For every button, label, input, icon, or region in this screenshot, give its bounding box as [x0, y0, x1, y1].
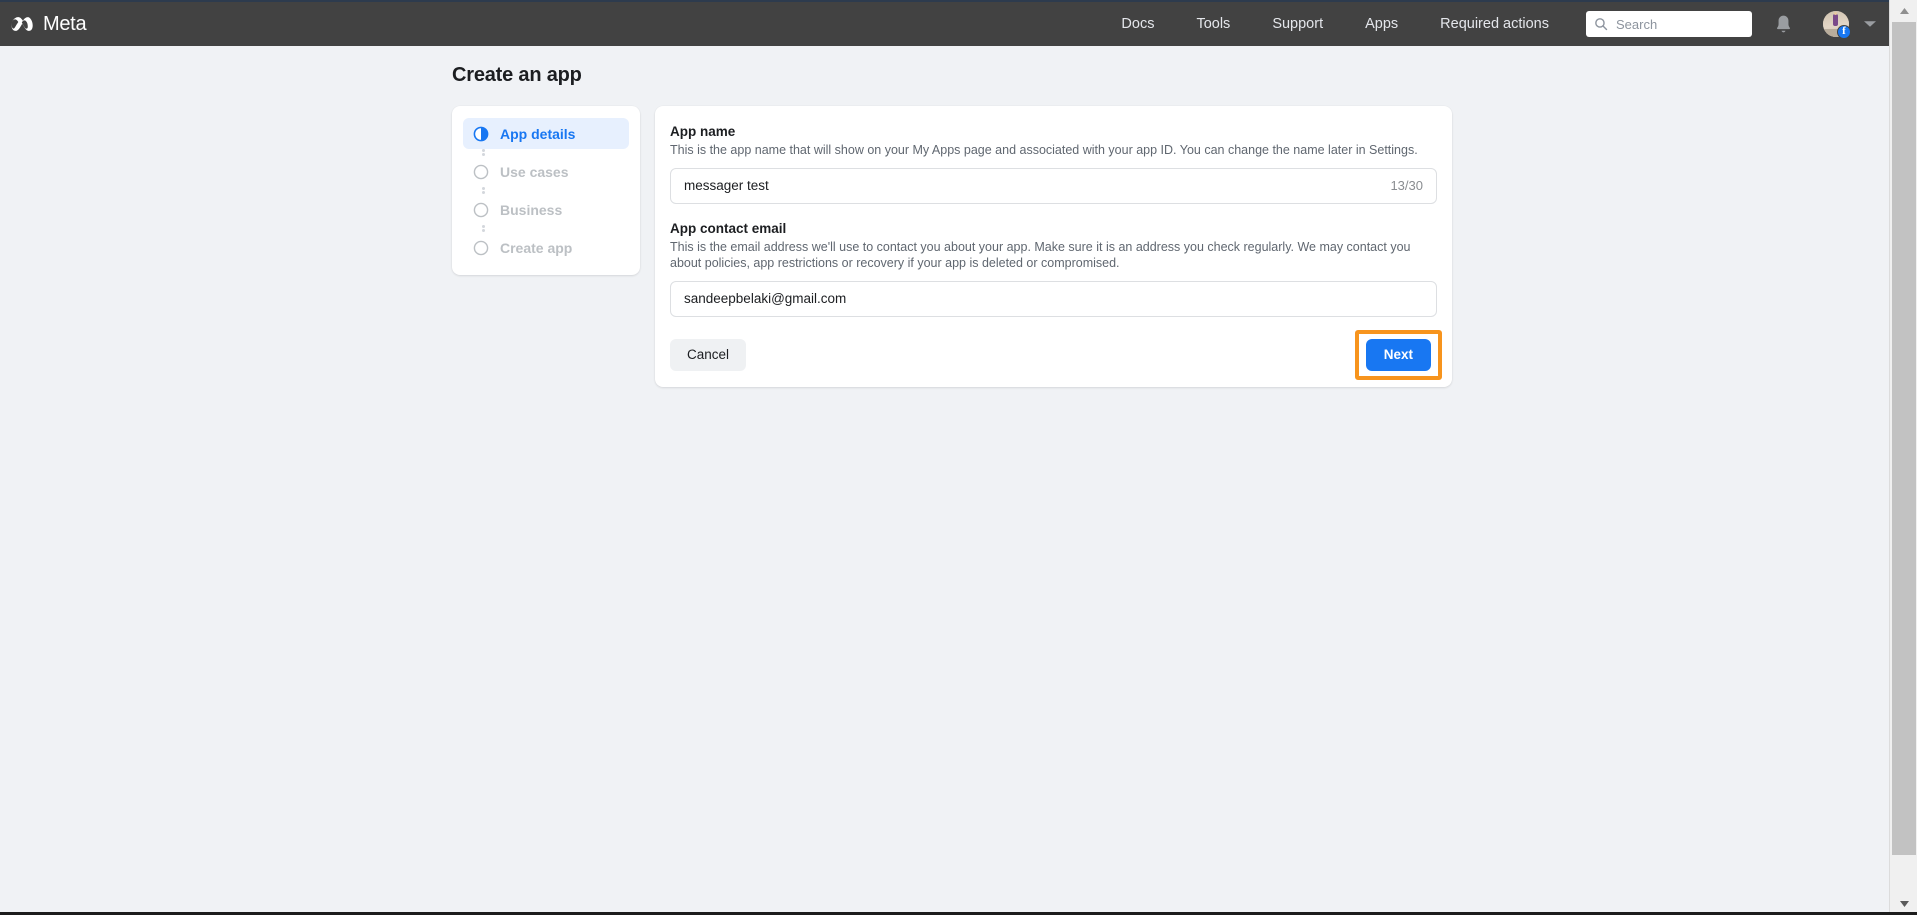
- bell-icon: [1777, 15, 1790, 33]
- empty-circle-icon: [473, 240, 489, 255]
- half-filled-circle-icon: [473, 126, 489, 141]
- scrollbar-thumb[interactable]: [1892, 22, 1916, 855]
- nav-link-required-actions[interactable]: Required actions: [1419, 10, 1570, 38]
- app-name-input-shell[interactable]: 13/30: [670, 167, 1437, 204]
- step-connector-dots: [482, 225, 485, 232]
- app-contact-email-field-block: App contact email This is the email addr…: [670, 221, 1437, 317]
- avatar-photo-figure: [1833, 14, 1838, 26]
- step-label-create-app: Create app: [500, 239, 573, 256]
- account-avatar[interactable]: f: [1823, 11, 1851, 39]
- app-name-field-block: App name This is the app name that will …: [670, 124, 1437, 204]
- triangle-down-icon: [1899, 901, 1909, 907]
- avatar-photo-head: [1834, 12, 1837, 15]
- step-navigation-panel: App details Use cases Business Create ap…: [452, 106, 640, 275]
- form-actions: Cancel Next: [670, 323, 1442, 387]
- step-label-app-details: App details: [500, 125, 576, 142]
- chevron-down-icon: [1864, 21, 1876, 27]
- search-icon: [1595, 18, 1608, 31]
- facebook-badge-letter: f: [1842, 25, 1846, 37]
- app-details-form: App name This is the app name that will …: [655, 106, 1452, 387]
- page-scrollbar[interactable]: [1889, 0, 1917, 915]
- step-use-cases[interactable]: Use cases: [463, 156, 629, 194]
- next-button-highlight: Next: [1354, 329, 1442, 380]
- step-connector-dots: [482, 149, 485, 156]
- next-button[interactable]: Next: [1365, 338, 1431, 371]
- app-contact-email-input-shell[interactable]: [670, 280, 1437, 317]
- nav-link-docs[interactable]: Docs: [1100, 10, 1175, 38]
- cancel-button[interactable]: Cancel: [670, 338, 747, 371]
- page-title: Create an app: [452, 64, 582, 86]
- meta-infinity-logo-icon: [11, 17, 33, 31]
- step-business[interactable]: Business: [463, 194, 629, 232]
- nav-link-apps[interactable]: Apps: [1344, 10, 1419, 38]
- step-create-app[interactable]: Create app: [463, 232, 629, 263]
- step-label-business: Business: [500, 201, 563, 218]
- app-name-input[interactable]: [684, 178, 1381, 194]
- app-contact-email-label: App contact email: [670, 220, 787, 236]
- nav-link-support[interactable]: Support: [1251, 10, 1344, 38]
- scrollbar-up-button[interactable]: [1890, 0, 1917, 22]
- triangle-up-icon: [1899, 8, 1909, 14]
- nav-links: Docs Tools Support Apps Required actions: [1100, 10, 1570, 38]
- search-box[interactable]: [1586, 11, 1752, 37]
- page-content: Create an app App details Use cases Busi…: [0, 46, 1889, 915]
- app-contact-email-help-text: This is the email address we'll use to c…: [670, 239, 1411, 271]
- step-app-details[interactable]: App details: [463, 118, 629, 156]
- step-label-use-cases: Use cases: [500, 163, 569, 180]
- app-name-character-counter: 13/30: [1390, 178, 1423, 194]
- empty-circle-icon: [473, 202, 489, 217]
- app-contact-email-input[interactable]: [684, 291, 1423, 307]
- meta-brand-logo[interactable]: Meta: [10, 12, 87, 36]
- create-app-layout: App details Use cases Business Create ap…: [452, 106, 1452, 387]
- empty-circle-icon: [473, 164, 489, 179]
- brand-name-label: Meta: [43, 12, 87, 35]
- top-navigation-bar: Meta Docs Tools Support Apps Required ac…: [0, 0, 1889, 46]
- search-input[interactable]: [1616, 16, 1744, 32]
- notifications-button[interactable]: [1774, 14, 1793, 34]
- app-name-help-text: This is the app name that will show on y…: [670, 143, 1418, 157]
- step-connector-dots: [482, 187, 485, 194]
- nav-link-tools[interactable]: Tools: [1175, 10, 1251, 38]
- account-menu-button[interactable]: [1863, 19, 1877, 29]
- app-name-label: App name: [670, 124, 736, 139]
- facebook-badge-icon: f: [1837, 25, 1851, 39]
